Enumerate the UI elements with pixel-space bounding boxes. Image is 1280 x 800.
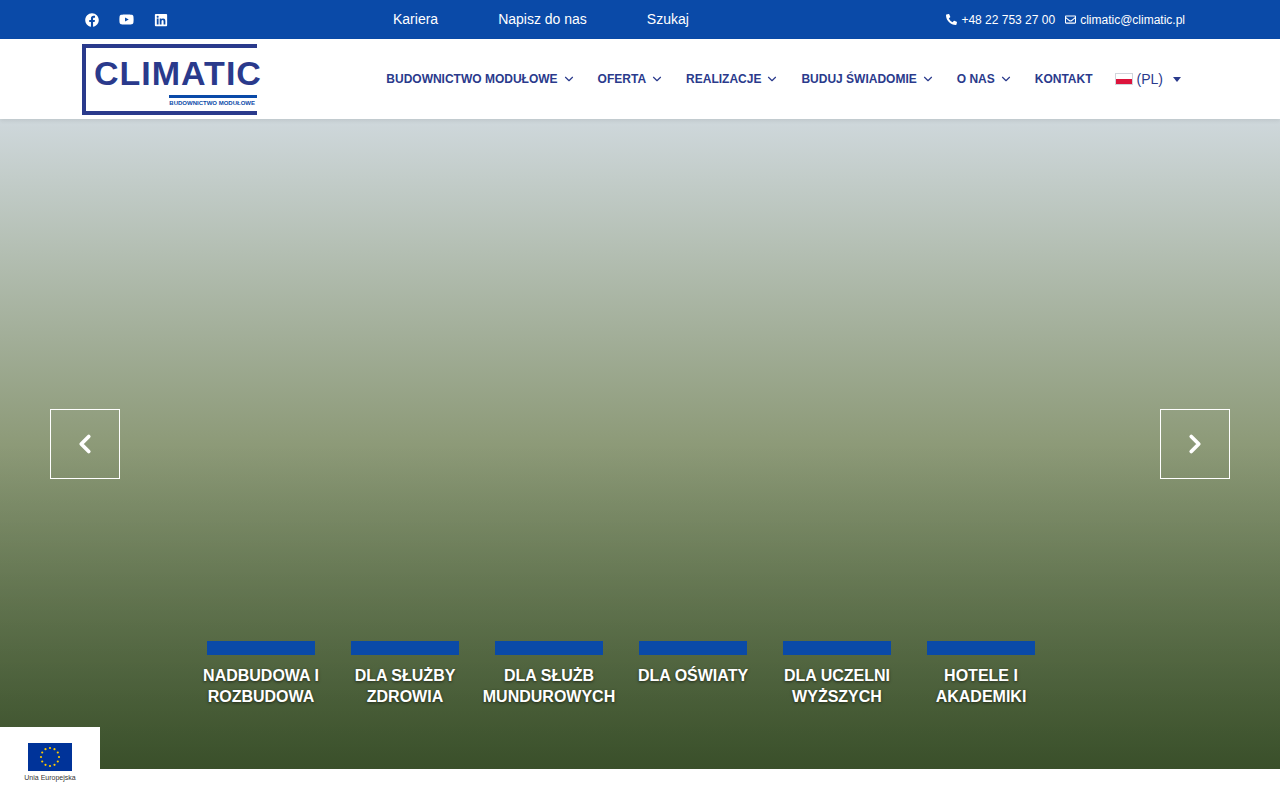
- category-label: NADBUDOWA I ROZBUDOWA: [189, 665, 333, 707]
- category-item[interactable]: DLA SŁUŻB MUNDUROWYCH: [477, 641, 621, 707]
- category-item[interactable]: DLA OŚWIATY: [621, 641, 765, 707]
- eu-label: Unia Europejska: [24, 773, 75, 784]
- poland-flag-icon: [1115, 73, 1133, 85]
- logo[interactable]: CLIMATIC BUDOWNICTWO MODUŁOWE: [82, 44, 257, 115]
- category-item[interactable]: DLA SŁUŻBY ZDROWIA: [333, 641, 477, 707]
- top-link[interactable]: Kariera: [393, 9, 438, 30]
- next-slide-button[interactable]: [1160, 409, 1230, 479]
- category-item[interactable]: DLA UCZELNI WYŻSZYCH: [765, 641, 909, 707]
- category-bar: [639, 641, 747, 655]
- top-link[interactable]: Szukaj: [647, 9, 689, 30]
- nav-item[interactable]: O NAS: [957, 70, 1013, 88]
- logo-name: CLIMATIC: [92, 56, 257, 90]
- top-links: Kariera Napisz do nas Szukaj: [393, 9, 689, 30]
- chevron-right-icon: [1180, 429, 1210, 459]
- chevron-left-icon: [70, 429, 100, 459]
- phone-icon: [946, 14, 957, 25]
- chevron-down-icon: [999, 72, 1013, 86]
- envelope-icon: [1065, 14, 1076, 25]
- eu-flag-icon: [28, 743, 72, 771]
- email[interactable]: climatic@climatic.pl: [1065, 11, 1185, 29]
- category-bar: [207, 641, 315, 655]
- chevron-down-icon: [765, 72, 779, 86]
- category-bar: [495, 641, 603, 655]
- hero-slider: NADBUDOWA I ROZBUDOWADLA SŁUŻBY ZDROWIAD…: [0, 119, 1280, 769]
- contact-info: +48 22 753 27 00 climatic@climatic.pl: [946, 11, 1185, 29]
- chevron-down-icon: [562, 72, 576, 86]
- facebook-icon[interactable]: [85, 13, 99, 27]
- category-bar: [927, 641, 1035, 655]
- nav-item[interactable]: REALIZACJE: [686, 70, 779, 88]
- logo-tagline: BUDOWNICTWO MODUŁOWE: [169, 95, 257, 108]
- category-item[interactable]: NADBUDOWA I ROZBUDOWA: [189, 641, 333, 707]
- page: Kariera Napisz do nas Szukaj +48 22 753 27 …: [0, 0, 1280, 800]
- nav-item[interactable]: BUDUJ ŚWIADOMIE: [801, 70, 934, 88]
- caret-icon: [1173, 77, 1181, 82]
- youtube-icon[interactable]: [119, 12, 134, 27]
- language-switch[interactable]: (PL): [1115, 69, 1181, 90]
- nav-item[interactable]: BUDOWNICTWO MODUŁOWE: [386, 70, 575, 88]
- eu-badge[interactable]: Unia Europejska: [0, 727, 100, 800]
- chevron-down-icon: [650, 72, 664, 86]
- category-bar: [783, 641, 891, 655]
- category-item[interactable]: HOTELE I AKADEMIKI: [909, 641, 1053, 707]
- phone[interactable]: +48 22 753 27 00: [946, 11, 1055, 29]
- category-list: NADBUDOWA I ROZBUDOWADLA SŁUŻBY ZDROWIAD…: [189, 641, 1053, 707]
- top-bar: Kariera Napisz do nas Szukaj +48 22 753 27 …: [0, 0, 1280, 39]
- category-label: DLA SŁUŻBY ZDROWIA: [333, 665, 477, 707]
- nav-item[interactable]: KONTAKT: [1035, 70, 1093, 88]
- main-nav: BUDOWNICTWO MODUŁOWE OFERTA REALIZACJE BUDU…: [386, 69, 1181, 90]
- category-label: HOTELE I AKADEMIKI: [909, 665, 1053, 707]
- top-link[interactable]: Napisz do nas: [498, 9, 587, 30]
- category-bar: [351, 641, 459, 655]
- linkedin-icon[interactable]: [154, 13, 168, 27]
- chevron-down-icon: [921, 72, 935, 86]
- category-label: DLA UCZELNI WYŻSZYCH: [765, 665, 909, 707]
- nav-bar: CLIMATICBUDOWNICTWO MODUŁOWEBUDOWNICTWO …: [0, 39, 1280, 119]
- category-label: DLA SŁUŻB MUNDUROWYCH: [477, 665, 621, 707]
- prev-slide-button[interactable]: [50, 409, 120, 479]
- social-links: [85, 12, 393, 27]
- category-label: DLA OŚWIATY: [638, 665, 748, 686]
- nav-item[interactable]: OFERTA: [598, 70, 664, 88]
